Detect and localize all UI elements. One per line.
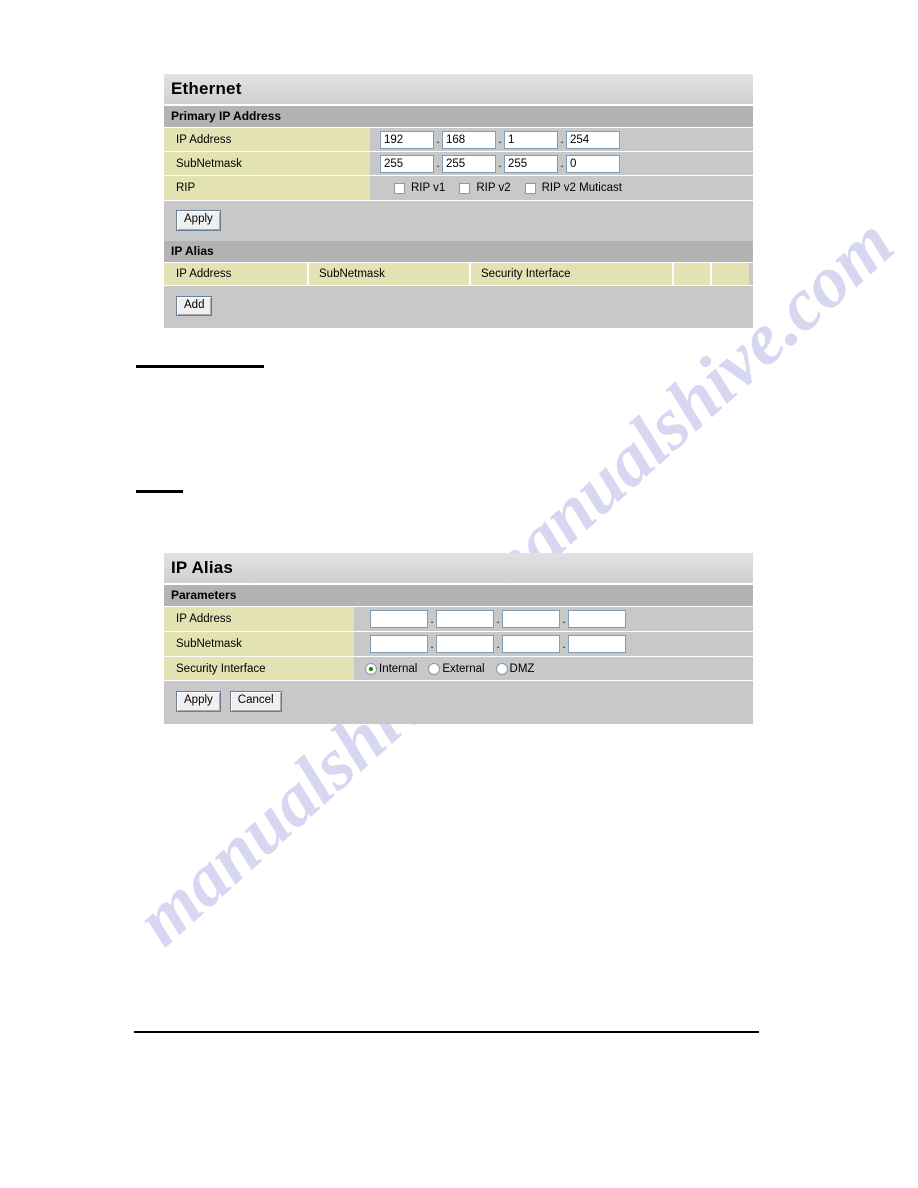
column-header-subnetmask: SubNetmask	[309, 262, 471, 285]
radio-internal[interactable]: Internal	[365, 662, 418, 675]
radio-dmz[interactable]: DMZ	[495, 662, 535, 675]
field-ip-address: . . .	[370, 128, 753, 151]
octet-separator: .	[496, 636, 500, 651]
field-rip: RIP v1 RIP v2 RIP v2 Muticast	[370, 176, 753, 200]
add-button[interactable]: Add	[176, 295, 213, 316]
row-subnetmask: SubNetmask . . .	[164, 152, 753, 176]
radio-icon[interactable]	[495, 662, 508, 675]
row-rip: RIP RIP v1 RIP v2 RIP v2 Muticast	[164, 176, 753, 201]
alias-subnetmask-octet-3[interactable]	[502, 635, 560, 653]
alias-ip-address-octet-4[interactable]	[568, 610, 626, 628]
checkbox-rip-v2[interactable]: RIP v2	[459, 182, 511, 194]
radio-external-label: External	[442, 662, 485, 675]
octet-separator: .	[436, 156, 440, 170]
ethernet-button-bar: Apply	[164, 201, 753, 241]
subnetmask-octet-4[interactable]	[566, 154, 620, 173]
redaction-rule-middle	[136, 490, 183, 493]
checkbox-icon[interactable]	[394, 182, 405, 194]
section-header-ip-alias: IP Alias	[164, 240, 753, 263]
row-alias-subnetmask: SubNetmask . . .	[164, 632, 753, 657]
alias-ip-address-octet-2[interactable]	[436, 610, 494, 628]
ip-address-octet-4[interactable]	[566, 130, 620, 149]
panel-title-ethernet: Ethernet	[164, 74, 753, 106]
checkbox-rip-v2-multicast-label: RIP v2 Muticast	[541, 182, 622, 194]
octet-separator: .	[498, 156, 502, 170]
ip-address-octet-3[interactable]	[504, 130, 558, 149]
alias-ip-address-octet-3[interactable]	[502, 610, 560, 628]
panel-title-ip-alias: IP Alias	[164, 553, 753, 585]
radio-external[interactable]: External	[428, 662, 485, 675]
field-subnetmask: . . .	[370, 152, 753, 175]
column-header-delete	[712, 262, 749, 285]
ip-address-octet-2[interactable]	[442, 130, 496, 149]
apply-button[interactable]: Apply	[176, 210, 221, 231]
column-header-security-interface: Security Interface	[471, 262, 674, 285]
ip-alias-button-bar: Add	[164, 285, 753, 328]
label-ip-address: IP Address	[164, 128, 370, 151]
alias-subnetmask-octet-4[interactable]	[568, 635, 626, 653]
ip-address-octet-1[interactable]	[380, 130, 434, 149]
ip-alias-panel: IP Alias Parameters IP Address . . . Sub…	[164, 553, 753, 724]
alias-subnetmask-octet-1[interactable]	[370, 635, 428, 653]
row-ip-address: IP Address . . .	[164, 128, 753, 152]
row-security-interface: Security Interface Internal External DMZ	[164, 657, 753, 681]
label-rip: RIP	[164, 176, 370, 200]
octet-separator: .	[562, 611, 566, 626]
checkbox-icon[interactable]	[459, 182, 471, 194]
apply-button[interactable]: Apply	[176, 691, 221, 712]
octet-separator: .	[560, 156, 564, 170]
radio-dmz-label: DMZ	[509, 662, 535, 675]
label-alias-subnetmask: SubNetmask	[164, 632, 354, 656]
ethernet-panel: Ethernet Primary IP Address IP Address .…	[164, 74, 753, 328]
subnetmask-octet-3[interactable]	[504, 154, 558, 173]
cancel-button[interactable]: Cancel	[229, 691, 282, 712]
octet-separator: .	[562, 636, 566, 651]
subnetmask-octet-group: . . .	[380, 154, 620, 173]
field-security-interface: Internal External DMZ	[354, 657, 753, 680]
subnetmask-octet-1[interactable]	[380, 154, 434, 173]
checkbox-rip-v2-multicast[interactable]: RIP v2 Muticast	[524, 182, 622, 194]
label-security-interface: Security Interface	[164, 657, 354, 680]
row-alias-ip-address: IP Address . . .	[164, 607, 753, 632]
field-alias-ip-address: . . .	[354, 607, 753, 631]
checkbox-rip-v1-label: RIP v1	[411, 182, 446, 194]
octet-separator: .	[560, 132, 564, 146]
octet-separator: .	[430, 611, 434, 626]
radio-icon[interactable]	[428, 662, 441, 675]
column-header-ip-address: IP Address	[164, 262, 309, 285]
octet-separator: .	[496, 611, 500, 626]
checkbox-icon[interactable]	[524, 182, 536, 194]
footer-separator-rule	[134, 1031, 759, 1033]
alias-subnetmask-octet-group: . . .	[370, 635, 626, 654]
section-header-parameters: Parameters	[164, 585, 753, 607]
subnetmask-octet-2[interactable]	[442, 154, 496, 173]
alias-ip-address-octet-group: . . .	[370, 610, 626, 629]
radio-internal-label: Internal	[379, 662, 418, 675]
alias-ip-address-octet-1[interactable]	[370, 610, 428, 628]
octet-separator: .	[436, 132, 440, 146]
ip-alias-form-button-bar: Apply Cancel	[164, 681, 753, 724]
label-alias-ip-address: IP Address	[164, 607, 354, 631]
checkbox-rip-v1[interactable]: RIP v1	[394, 182, 445, 194]
ip-alias-table-header-row: IP Address SubNetmask Security Interface	[164, 262, 753, 286]
octet-separator: .	[430, 636, 434, 651]
checkbox-rip-v2-label: RIP v2	[476, 182, 511, 194]
redaction-rule-top	[136, 365, 264, 368]
section-header-primary-ip-address: Primary IP Address	[164, 106, 753, 128]
field-alias-subnetmask: . . .	[354, 632, 753, 656]
ip-address-octet-group: . . .	[380, 130, 620, 149]
octet-separator: .	[498, 132, 502, 146]
radio-icon-selected[interactable]	[365, 662, 377, 675]
label-subnetmask: SubNetmask	[164, 152, 370, 175]
column-header-edit	[674, 262, 712, 285]
alias-subnetmask-octet-2[interactable]	[436, 635, 494, 653]
